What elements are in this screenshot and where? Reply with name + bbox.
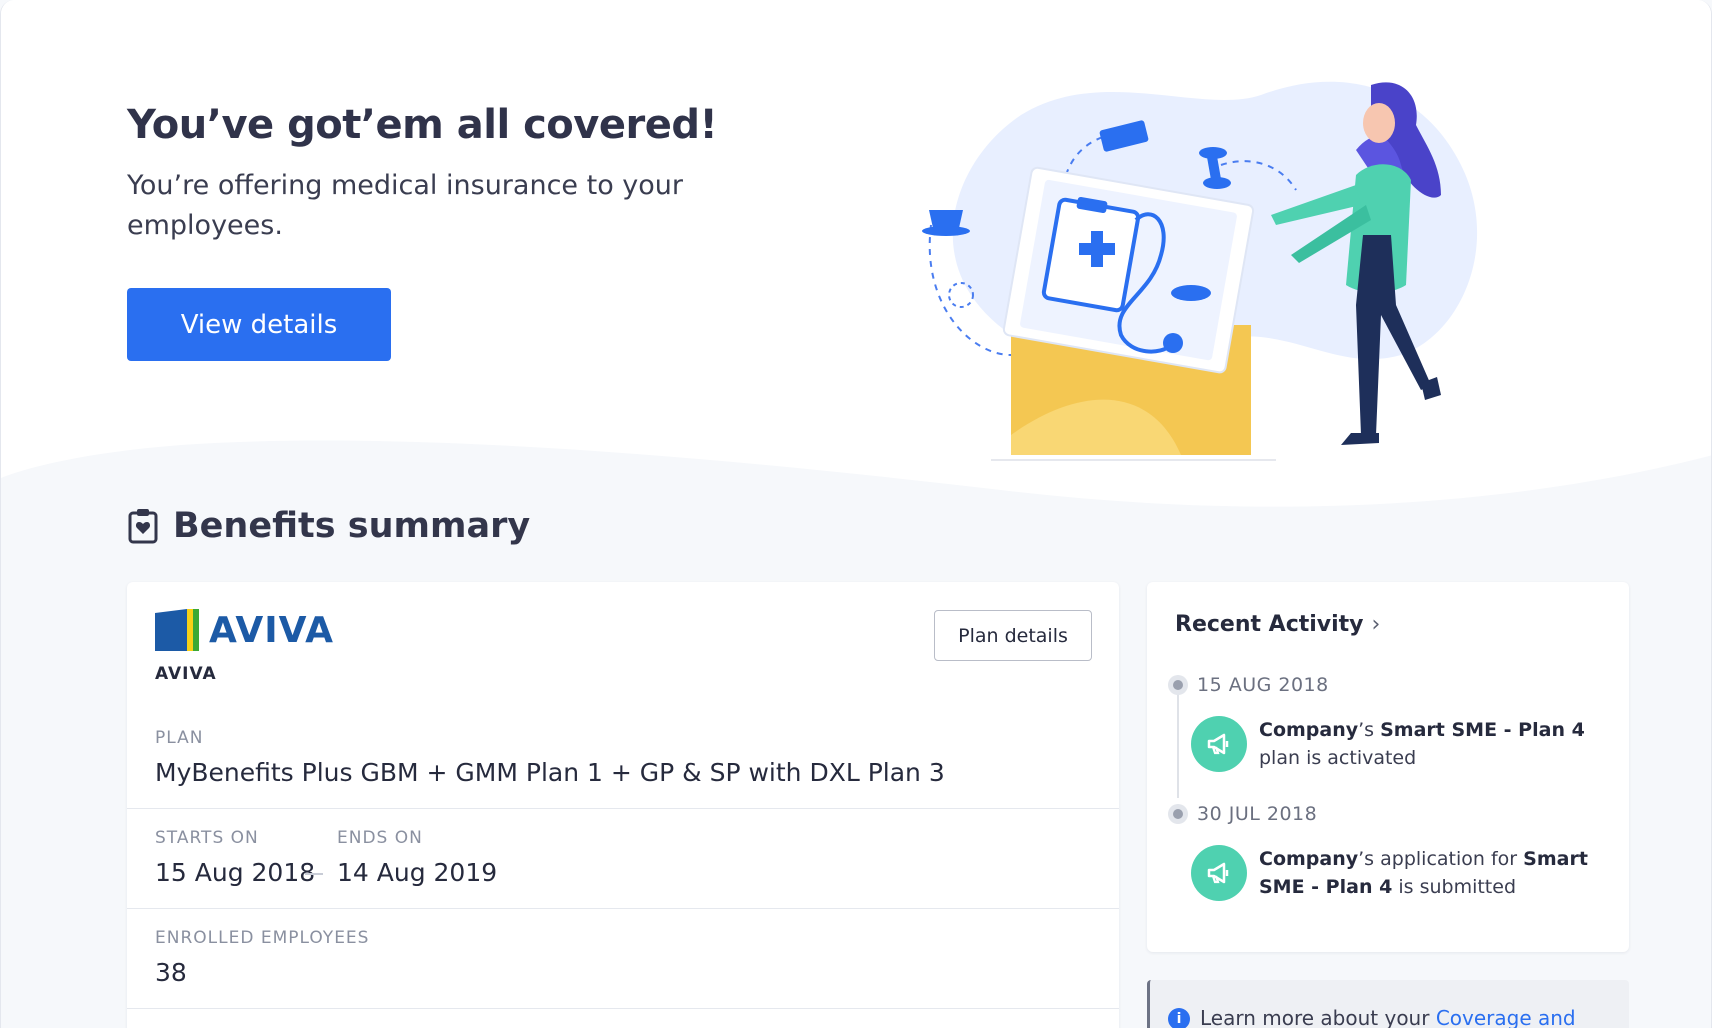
megaphone-icon	[1191, 716, 1247, 772]
activity-text-part: ’s application for	[1358, 848, 1524, 870]
view-details-button[interactable]: View details	[127, 288, 391, 361]
chevron-right-icon: ›	[1371, 612, 1381, 637]
activity-text: Company’s Smart SME - Plan 4 plan is act…	[1259, 716, 1599, 772]
activity-text-part: plan is activated	[1259, 747, 1417, 769]
activity-text: Company’s application for Smart SME - Pl…	[1259, 845, 1599, 901]
learn-more-banner: i Learn more about your Coverage and	[1147, 980, 1629, 1028]
divider	[127, 1008, 1119, 1009]
aviva-logo: AVIVA	[155, 609, 334, 651]
activity-text-part: is submitted	[1392, 876, 1517, 898]
recent-activity-card: Recent Activity › 15 AUG 2018 Company’s …	[1147, 582, 1629, 952]
insurer-name: AVIVA	[155, 664, 217, 684]
hero-subtitle: You’re offering medical insurance to you…	[127, 170, 684, 241]
clipboard-heart-icon	[128, 509, 158, 544]
activity-date: 30 JUL 2018	[1197, 803, 1318, 825]
recent-activity-title: Recent Activity	[1175, 612, 1364, 637]
plan-card: AVIVA AVIVA Plan details PLAN MyBenefits…	[127, 582, 1119, 1028]
aviva-logo-mark	[155, 609, 199, 651]
timeline-dot	[1168, 804, 1188, 824]
benefits-summary-heading: Benefits summary	[127, 506, 530, 546]
enrolled-employees-value: 38	[155, 958, 187, 987]
activity-company: Company	[1259, 719, 1359, 741]
enrolled-employees-label: ENROLLED EMPLOYEES	[155, 928, 370, 948]
coverage-link[interactable]: Coverage and	[1436, 1006, 1576, 1028]
plan-label: PLAN	[155, 728, 204, 748]
learn-more-text: Learn more about your Coverage and	[1200, 1006, 1576, 1028]
plan-details-button[interactable]: Plan details	[934, 610, 1092, 661]
timeline-line	[1177, 688, 1179, 798]
medical-insurance-illustration	[922, 81, 1478, 461]
plan-value: MyBenefits Plus GBM + GMM Plan 1 + GP & …	[155, 758, 945, 787]
learn-more-prefix: Learn more about your	[1200, 1006, 1436, 1028]
megaphone-icon	[1191, 845, 1247, 901]
page-frame: You’ve got’em all covered! You’re offeri…	[0, 0, 1712, 1028]
section-title: Benefits summary	[173, 506, 531, 546]
date-range-dash	[305, 873, 323, 875]
hero-title: You’ve got’em all covered!	[127, 102, 718, 148]
activity-plan: Smart SME - Plan 4	[1380, 719, 1585, 741]
activity-company: Company	[1259, 848, 1359, 870]
starts-on-value: 15 Aug 2018	[155, 858, 316, 887]
divider	[127, 808, 1119, 809]
timeline-dot	[1168, 675, 1188, 695]
activity-date: 15 AUG 2018	[1197, 674, 1329, 696]
starts-on-label: STARTS ON	[155, 828, 259, 848]
divider	[127, 908, 1119, 909]
info-icon: i	[1168, 1008, 1190, 1028]
aviva-wordmark: AVIVA	[209, 609, 334, 651]
ends-on-value: 14 Aug 2019	[337, 858, 498, 887]
recent-activity-link[interactable]: Recent Activity ›	[1175, 612, 1380, 637]
activity-text-part: ’s	[1358, 719, 1381, 741]
ends-on-label: ENDS ON	[337, 828, 423, 848]
